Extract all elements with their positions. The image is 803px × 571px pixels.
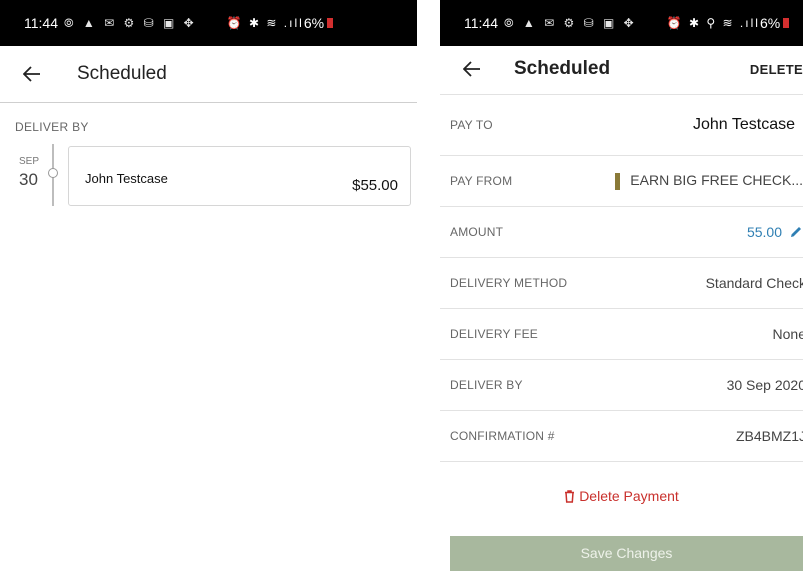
- payee-name: John Testcase: [85, 171, 168, 186]
- scheduled-list-screen: 11:44 ⦾ ▲ ✉ ⚙ ⛁ ▣ ✥ ⏰ ✱ ≋ .ıll 6% Schedu…: [0, 0, 417, 571]
- battery-percent: 6%: [759, 15, 781, 31]
- page-title: Scheduled: [77, 63, 167, 84]
- pay-to-label: PAY TO: [450, 118, 493, 132]
- battery-icon: [327, 18, 334, 28]
- payment-details: PAY TO John Testcase PAY FROM EARN BIG F…: [440, 94, 803, 462]
- pay-from-value: EARN BIG FREE CHECK...: [630, 172, 803, 189]
- amount-value: 55.00: [746, 224, 782, 240]
- delete-action-button[interactable]: DELETE: [750, 62, 803, 77]
- page-title: Scheduled: [514, 58, 611, 79]
- arrow-left-icon: [23, 66, 40, 82]
- divider: [0, 102, 417, 103]
- delete-payment-label: Delete Payment: [579, 488, 679, 504]
- amount-label: AMOUNT: [450, 225, 504, 239]
- account-color-marker: [615, 172, 621, 190]
- row-deliver-by[interactable]: DELIVER BY 30 Sep 2020: [440, 360, 803, 411]
- pay-to-value: John Testcase: [693, 116, 795, 133]
- status-bar: 11:44 ⦾ ▲ ✉ ⚙ ⛁ ▣ ✥ ⏰ ✱ ≋ .ıll 6%: [0, 0, 417, 46]
- date-timeline: SEP 30: [0, 142, 68, 212]
- status-bar: 11:44 ⦾ ▲ ✉ ⚙ ⛁ ▣ ✥ ⏰ ✱ ⚲ ≋ .ıll 6%: [440, 0, 803, 46]
- app-bar: Scheduled: [0, 46, 417, 102]
- status-time: 11:44: [464, 15, 498, 31]
- deliver-by-value: 30 Sep 2020: [726, 377, 803, 393]
- pay-from-label: PAY FROM: [450, 174, 513, 188]
- section-header-deliver-by: DELIVER BY: [15, 120, 89, 134]
- row-pay-from[interactable]: PAY FROM EARN BIG FREE CHECK...: [440, 156, 803, 207]
- notification-icons: ⦾ ▲ ✉ ⚙ ⛁ ▣ ✥: [64, 15, 197, 30]
- arrow-left-icon: [463, 61, 480, 77]
- date-day: 30: [19, 170, 38, 189]
- row-pay-to: PAY TO John Testcase: [440, 95, 803, 156]
- payment-amount: $55.00: [352, 177, 398, 194]
- delivery-fee-label: DELIVERY FEE: [450, 327, 538, 341]
- row-confirmation: CONFIRMATION # ZB4BMZ1J: [440, 411, 803, 462]
- system-status-icons: ⏰ ✱ ⚲ ≋ .ıll: [666, 16, 760, 30]
- delivery-fee-value: None: [772, 326, 803, 342]
- back-button[interactable]: [20, 62, 44, 86]
- screen-gap: [417, 0, 440, 571]
- status-time: 11:44: [24, 15, 58, 31]
- deliver-by-label: DELIVER BY: [450, 378, 523, 392]
- scheduled-payment-card[interactable]: John Testcase $55.00: [68, 146, 411, 206]
- save-changes-button[interactable]: Save Changes: [450, 536, 803, 571]
- pay-from-account: EARN BIG FREE CHECK...: [615, 172, 803, 190]
- battery-percent: 6%: [303, 15, 325, 31]
- row-delivery-method: DELIVERY METHOD Standard Check: [440, 258, 803, 309]
- notification-icons: ⦾ ▲ ✉ ⚙ ⛁ ▣ ✥: [504, 15, 637, 30]
- timeline-dot: [48, 168, 58, 178]
- battery-icon: [783, 18, 790, 28]
- app-bar: Scheduled DELETE: [440, 42, 803, 96]
- confirmation-value: ZB4BMZ1J: [735, 428, 803, 444]
- date-month: SEP: [19, 156, 40, 167]
- system-status-icons: ⏰ ✱ ≋ .ıll: [226, 16, 304, 30]
- back-button[interactable]: [460, 57, 484, 81]
- delete-payment-button[interactable]: Delete Payment: [440, 488, 803, 504]
- delivery-method-value: Standard Check: [705, 275, 803, 291]
- delivery-method-label: DELIVERY METHOD: [450, 276, 568, 290]
- payment-detail-screen: 11:44 ⦾ ▲ ✉ ⚙ ⛁ ▣ ✥ ⏰ ✱ ⚲ ≋ .ıll 6% Sche…: [440, 0, 803, 571]
- trash-icon: [565, 490, 575, 503]
- row-amount[interactable]: AMOUNT 55.00: [440, 207, 803, 258]
- amount-edit[interactable]: 55.00: [747, 224, 803, 240]
- confirmation-label: CONFIRMATION #: [450, 429, 555, 443]
- row-delivery-fee: DELIVERY FEE None: [440, 309, 803, 360]
- pencil-edit-icon[interactable]: [789, 225, 803, 239]
